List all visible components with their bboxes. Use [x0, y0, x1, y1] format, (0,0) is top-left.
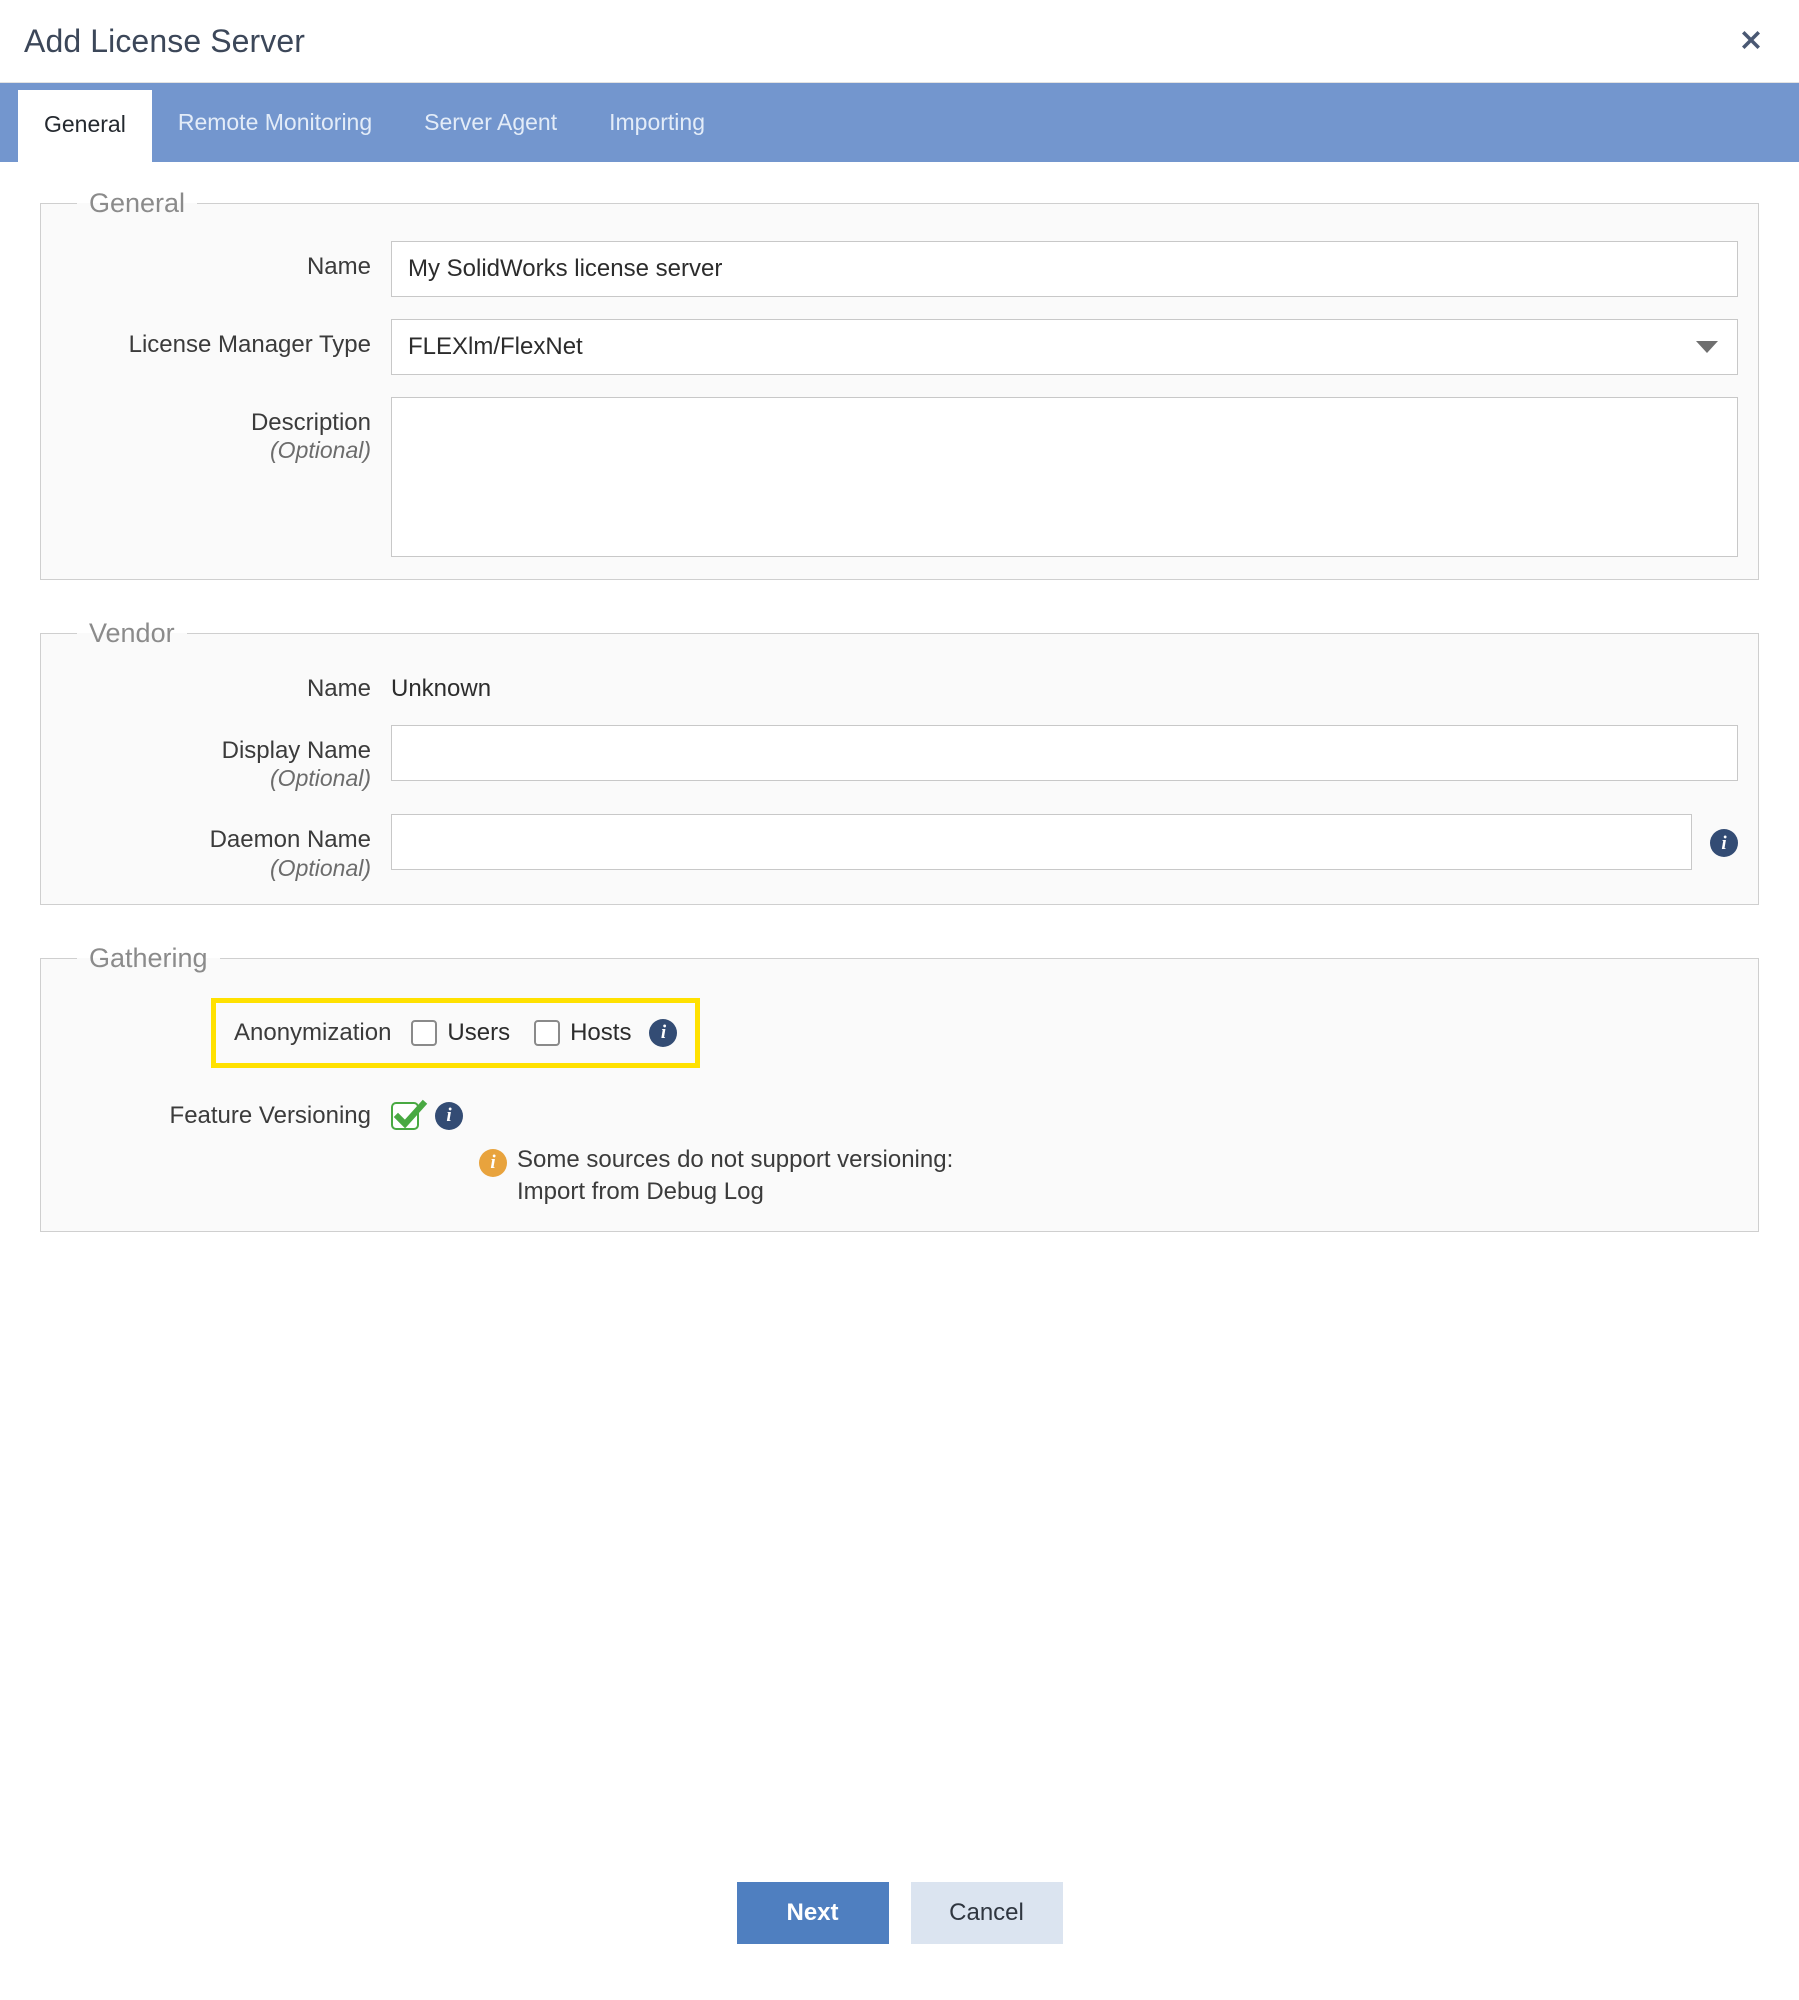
display-name-row: Display Name (Optional)	[61, 725, 1738, 792]
dialog-tabs: General Remote Monitoring Server Agent I…	[0, 82, 1799, 162]
anonymization-hosts-checkbox[interactable]	[534, 1019, 561, 1046]
vendor-name-label: Name	[306, 675, 371, 702]
feature-versioning-note-text: Some sources do not support versioning: …	[517, 1144, 953, 1209]
dialog-body: General Name License Manager Type	[0, 162, 1799, 1882]
name-label: Name	[306, 253, 371, 280]
feature-versioning-label: Feature Versioning	[169, 1101, 371, 1129]
anonymization-highlight: Anonymization Users Hosts i	[211, 997, 701, 1068]
daemon-name-optional-text: (Optional)	[270, 854, 371, 881]
description-input[interactable]	[391, 397, 1738, 557]
daemon-name-label: Daemon Name (Optional)	[61, 814, 391, 881]
feature-versioning-note: i Some sources do not support versioning…	[479, 1144, 1738, 1209]
add-license-server-dialog: Add License Server General Remote Monito…	[0, 0, 1799, 2000]
gathering-section: Gathering Anonymization Users Hosts i Fe…	[40, 942, 1759, 1232]
daemon-name-info-icon[interactable]: i	[1710, 829, 1738, 858]
dialog-footer: Next Cancel	[0, 1882, 1799, 2000]
name-row: Name	[61, 241, 1738, 297]
license-manager-type-select[interactable]	[391, 319, 1738, 375]
next-button[interactable]: Next	[736, 1882, 889, 1944]
daemon-name-input[interactable]	[391, 814, 1692, 871]
daemon-name-label-text: Daemon Name	[209, 826, 371, 854]
tab-remote-monitoring[interactable]: Remote Monitoring	[152, 82, 398, 162]
name-input[interactable]	[391, 241, 1738, 297]
warning-info-icon: i	[479, 1148, 507, 1177]
display-name-input[interactable]	[391, 725, 1738, 781]
vendor-name-row: Name Unknown	[61, 675, 1738, 703]
feature-versioning-info-icon[interactable]: i	[435, 1101, 463, 1130]
description-label: Description (Optional)	[61, 397, 391, 464]
license-manager-type-row: License Manager Type	[61, 319, 1738, 375]
vendor-name-value: Unknown	[391, 675, 492, 702]
display-name-label: Display Name (Optional)	[61, 725, 391, 792]
gathering-section-legend: Gathering	[89, 942, 208, 973]
page-title: Add License Server	[24, 22, 306, 59]
description-row: Description (Optional)	[61, 397, 1738, 557]
tab-importing[interactable]: Importing	[583, 82, 731, 162]
dialog-titlebar: Add License Server	[0, 0, 1799, 82]
display-name-label-text: Display Name	[221, 737, 371, 764]
feature-versioning-row: Feature Versioning i	[61, 1099, 1738, 1130]
general-section: General Name License Manager Type	[40, 188, 1759, 580]
anonymization-hosts-label: Hosts	[570, 1018, 632, 1046]
feature-versioning-checkbox[interactable]	[391, 1099, 428, 1130]
anonymization-users-label: Users	[447, 1018, 511, 1046]
general-section-legend: General	[89, 188, 186, 218]
note-line-2: Import from Debug Log	[517, 1178, 764, 1206]
display-name-optional-text: (Optional)	[270, 765, 371, 792]
description-label-text: Description	[250, 409, 371, 436]
vendor-section: Vendor Name Unknown Display Name (Option…	[40, 618, 1759, 905]
close-icon[interactable]	[1729, 19, 1773, 63]
vendor-section-legend: Vendor	[89, 618, 175, 648]
cancel-button[interactable]: Cancel	[910, 1882, 1063, 1944]
tab-general[interactable]: General	[18, 90, 152, 162]
note-line-1: Some sources do not support versioning:	[517, 1145, 954, 1173]
anonymization-users-checkbox[interactable]	[411, 1019, 438, 1046]
description-optional-text: (Optional)	[270, 437, 371, 464]
license-manager-type-label: License Manager Type	[128, 331, 371, 358]
anonymization-label: Anonymization	[234, 1018, 392, 1046]
tab-server-agent[interactable]: Server Agent	[398, 82, 583, 162]
daemon-name-row: Daemon Name (Optional) i	[61, 814, 1738, 881]
anonymization-info-icon[interactable]: i	[649, 1018, 678, 1047]
